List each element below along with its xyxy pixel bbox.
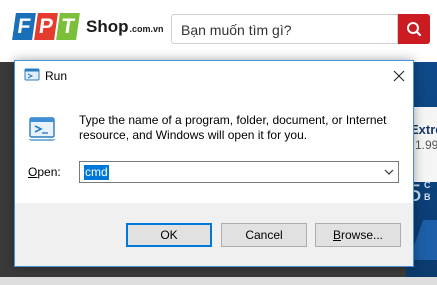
logo-shop-text: Shop [86, 16, 129, 36]
promo-small-text-1: C [424, 180, 431, 190]
site-search-button[interactable] [398, 14, 430, 44]
logo-letter-t: T [56, 13, 80, 40]
promo-small-text-2: B [424, 192, 431, 202]
site-search-input[interactable]: Bạn muốn tìm gì? [171, 14, 398, 44]
site-header: F P T Shop .com.vn Bạn muốn tìm gì? [0, 0, 437, 62]
open-label-mnemonic: O [28, 165, 38, 179]
open-input-value[interactable]: cmd [84, 165, 109, 180]
promo-title: Extre [410, 122, 437, 137]
site-bottom-strip [0, 277, 437, 285]
run-program-icon [28, 117, 56, 141]
browse-button[interactable]: Browse... [315, 223, 401, 247]
close-icon [393, 70, 404, 82]
search-icon [407, 22, 422, 37]
open-label: Open: [28, 165, 61, 179]
search-placeholder: Bạn muốn tìm gì? [181, 22, 292, 38]
run-title: Run [45, 69, 68, 83]
browse-label-rest: rowse... [341, 228, 384, 242]
browse-mnemonic: B [332, 228, 341, 242]
logo-letter-p: P [34, 13, 58, 40]
logo-domain-text: .com.vn [129, 23, 164, 34]
run-content: Type the name of a program, folder, docu… [15, 91, 413, 203]
cancel-button[interactable]: Cancel [221, 223, 307, 247]
promo-price: 1.99 [415, 138, 437, 152]
open-combobox[interactable]: cmd [79, 161, 399, 183]
run-titlebar[interactable]: Run [15, 61, 413, 91]
fpt-shop-logo[interactable]: F P T Shop .com.vn [12, 13, 164, 40]
run-title-icon [24, 68, 40, 81]
logo-letter-f: F [12, 13, 36, 40]
run-description: Type the name of a program, folder, docu… [79, 113, 387, 142]
ok-button[interactable]: OK [126, 223, 212, 247]
open-label-rest: pen: [37, 165, 61, 179]
close-button[interactable] [384, 61, 413, 91]
run-dialog: Run Type the name of a program, folder, … [14, 60, 414, 267]
chevron-down-icon[interactable] [383, 166, 395, 178]
